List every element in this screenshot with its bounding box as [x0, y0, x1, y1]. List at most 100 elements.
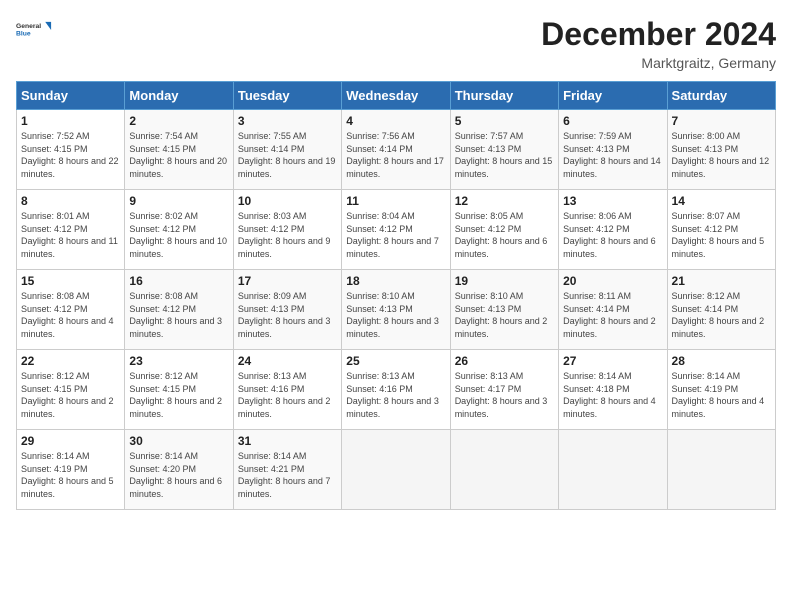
day-info: Sunrise: 7:55 AMSunset: 4:14 PMDaylight:… [238, 130, 337, 180]
calendar-cell: 18 Sunrise: 8:10 AMSunset: 4:13 PMDayligh… [342, 270, 450, 350]
day-info: Sunrise: 8:09 AMSunset: 4:13 PMDaylight:… [238, 290, 337, 340]
day-number: 14 [672, 194, 771, 208]
day-number: 16 [129, 274, 228, 288]
col-wednesday: Wednesday [342, 82, 450, 110]
day-info: Sunrise: 7:59 AMSunset: 4:13 PMDaylight:… [563, 130, 662, 180]
calendar-cell: 31Sunrise: 8:14 AMSunset: 4:21 PMDayligh… [233, 430, 341, 510]
day-number: 10 [238, 194, 337, 208]
calendar-cell: 24 Sunrise: 8:13 AMSunset: 4:16 PMDayligh… [233, 350, 341, 430]
day-info: Sunrise: 8:13 AMSunset: 4:16 PMDaylight:… [346, 370, 445, 420]
day-info: Sunrise: 8:11 AMSunset: 4:14 PMDaylight:… [563, 290, 662, 340]
day-number: 23 [129, 354, 228, 368]
col-friday: Friday [559, 82, 667, 110]
calendar-cell [667, 430, 775, 510]
day-number: 4 [346, 114, 445, 128]
day-number: 11 [346, 194, 445, 208]
calendar-cell: 20 Sunrise: 8:11 AMSunset: 4:14 PMDayligh… [559, 270, 667, 350]
title-area: December 2024 Marktgraitz, Germany [541, 16, 776, 71]
day-number: 17 [238, 274, 337, 288]
header-row: Sunday Monday Tuesday Wednesday Thursday… [17, 82, 776, 110]
day-number: 12 [455, 194, 554, 208]
calendar-cell: 27Sunrise: 8:14 AMSunset: 4:18 PMDayligh… [559, 350, 667, 430]
day-info: Sunrise: 8:10 AMSunset: 4:13 PMDaylight:… [455, 290, 554, 340]
day-info: Sunrise: 8:14 AMSunset: 4:20 PMDaylight:… [129, 450, 228, 500]
calendar-cell: 8 Sunrise: 8:01 AMSunset: 4:12 PMDaylight… [17, 190, 125, 270]
day-number: 5 [455, 114, 554, 128]
calendar-cell: 16 Sunrise: 8:08 AMSunset: 4:12 PMDayligh… [125, 270, 233, 350]
week-row-5: 29 Sunrise: 8:14 AMSunset: 4:19 PMDayligh… [17, 430, 776, 510]
day-number: 25 [346, 354, 445, 368]
day-number: 26 [455, 354, 554, 368]
day-number: 13 [563, 194, 662, 208]
calendar-cell: 30 Sunrise: 8:14 AMSunset: 4:20 PMDayligh… [125, 430, 233, 510]
calendar-cell [450, 430, 558, 510]
day-number: 9 [129, 194, 228, 208]
calendar-cell: 28Sunrise: 8:14 AMSunset: 4:19 PMDayligh… [667, 350, 775, 430]
calendar-cell [342, 430, 450, 510]
col-thursday: Thursday [450, 82, 558, 110]
day-number: 21 [672, 274, 771, 288]
day-info: Sunrise: 8:14 AMSunset: 4:19 PMDaylight:… [21, 450, 120, 500]
calendar-cell: 10Sunrise: 8:03 AMSunset: 4:12 PMDayligh… [233, 190, 341, 270]
day-info: Sunrise: 8:10 AMSunset: 4:13 PMDaylight:… [346, 290, 445, 340]
calendar-cell [559, 430, 667, 510]
week-row-3: 15 Sunrise: 8:08 AMSunset: 4:12 PMDayligh… [17, 270, 776, 350]
day-info: Sunrise: 8:12 AMSunset: 4:14 PMDaylight:… [672, 290, 771, 340]
month-title: December 2024 [541, 16, 776, 53]
calendar-cell: 25 Sunrise: 8:13 AMSunset: 4:16 PMDayligh… [342, 350, 450, 430]
calendar-cell: 29 Sunrise: 8:14 AMSunset: 4:19 PMDayligh… [17, 430, 125, 510]
calendar-cell: 12 Sunrise: 8:05 AMSunset: 4:12 PMDayligh… [450, 190, 558, 270]
day-number: 3 [238, 114, 337, 128]
calendar-cell: 7 Sunrise: 8:00 AMSunset: 4:13 PMDaylight… [667, 110, 775, 190]
week-row-2: 8 Sunrise: 8:01 AMSunset: 4:12 PMDaylight… [17, 190, 776, 270]
day-number: 24 [238, 354, 337, 368]
day-info: Sunrise: 7:54 AMSunset: 4:15 PMDaylight:… [129, 130, 228, 180]
day-info: Sunrise: 8:14 AMSunset: 4:18 PMDaylight:… [563, 370, 662, 420]
calendar-cell: 2 Sunrise: 7:54 AMSunset: 4:15 PMDaylight… [125, 110, 233, 190]
day-number: 18 [346, 274, 445, 288]
calendar-cell: 6 Sunrise: 7:59 AMSunset: 4:13 PMDaylight… [559, 110, 667, 190]
day-number: 1 [21, 114, 120, 128]
calendar-cell: 11 Sunrise: 8:04 AMSunset: 4:12 PMDayligh… [342, 190, 450, 270]
location: Marktgraitz, Germany [541, 55, 776, 71]
calendar-cell: 26Sunrise: 8:13 AMSunset: 4:17 PMDayligh… [450, 350, 558, 430]
calendar-cell: 15 Sunrise: 8:08 AMSunset: 4:12 PMDayligh… [17, 270, 125, 350]
day-info: Sunrise: 8:04 AMSunset: 4:12 PMDaylight:… [346, 210, 445, 260]
day-info: Sunrise: 8:00 AMSunset: 4:13 PMDaylight:… [672, 130, 771, 180]
calendar-cell: 1 Sunrise: 7:52 AMSunset: 4:15 PMDaylight… [17, 110, 125, 190]
day-number: 15 [21, 274, 120, 288]
col-tuesday: Tuesday [233, 82, 341, 110]
day-number: 22 [21, 354, 120, 368]
svg-text:Blue: Blue [16, 30, 31, 37]
day-number: 29 [21, 434, 120, 448]
calendar-cell: 13 Sunrise: 8:06 AMSunset: 4:12 PMDayligh… [559, 190, 667, 270]
week-row-4: 22Sunrise: 8:12 AMSunset: 4:15 PMDayligh… [17, 350, 776, 430]
col-sunday: Sunday [17, 82, 125, 110]
day-info: Sunrise: 7:57 AMSunset: 4:13 PMDaylight:… [455, 130, 554, 180]
day-number: 28 [672, 354, 771, 368]
calendar-cell: 17 Sunrise: 8:09 AMSunset: 4:13 PMDayligh… [233, 270, 341, 350]
day-info: Sunrise: 8:13 AMSunset: 4:16 PMDaylight:… [238, 370, 337, 420]
day-number: 6 [563, 114, 662, 128]
day-number: 8 [21, 194, 120, 208]
page: GeneralBlue December 2024 Marktgraitz, G… [0, 0, 792, 612]
day-number: 20 [563, 274, 662, 288]
day-number: 2 [129, 114, 228, 128]
day-number: 7 [672, 114, 771, 128]
day-info: Sunrise: 8:06 AMSunset: 4:12 PMDaylight:… [563, 210, 662, 260]
calendar-cell: 19Sunrise: 8:10 AMSunset: 4:13 PMDayligh… [450, 270, 558, 350]
col-saturday: Saturday [667, 82, 775, 110]
day-info: Sunrise: 8:07 AMSunset: 4:12 PMDaylight:… [672, 210, 771, 260]
day-number: 31 [238, 434, 337, 448]
calendar-cell: 22Sunrise: 8:12 AMSunset: 4:15 PMDayligh… [17, 350, 125, 430]
day-info: Sunrise: 8:01 AMSunset: 4:12 PMDaylight:… [21, 210, 120, 260]
day-number: 30 [129, 434, 228, 448]
calendar-cell: 5 Sunrise: 7:57 AMSunset: 4:13 PMDaylight… [450, 110, 558, 190]
logo: GeneralBlue [16, 16, 52, 44]
day-info: Sunrise: 8:05 AMSunset: 4:12 PMDaylight:… [455, 210, 554, 260]
day-info: Sunrise: 7:52 AMSunset: 4:15 PMDaylight:… [21, 130, 120, 180]
calendar-cell: 3 Sunrise: 7:55 AMSunset: 4:14 PMDaylight… [233, 110, 341, 190]
day-info: Sunrise: 8:08 AMSunset: 4:12 PMDaylight:… [21, 290, 120, 340]
day-info: Sunrise: 8:08 AMSunset: 4:12 PMDaylight:… [129, 290, 228, 340]
calendar-cell: 4Sunrise: 7:56 AMSunset: 4:14 PMDaylight… [342, 110, 450, 190]
